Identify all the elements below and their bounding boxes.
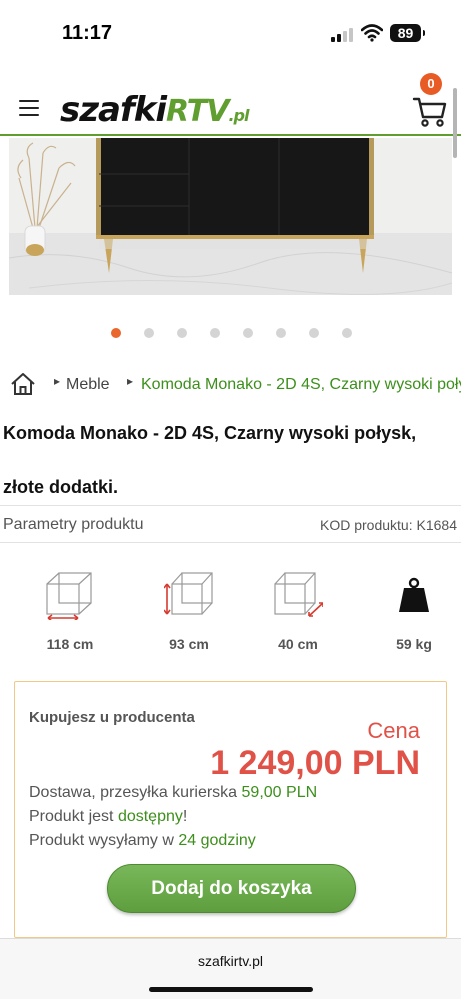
battery-indicator: 89 (390, 24, 425, 42)
availability-status: dostępny (117, 808, 183, 825)
gallery-dot[interactable] (243, 328, 253, 338)
width-cube-icon (46, 572, 92, 620)
weight-icon (399, 577, 429, 612)
dimension-value: 93 cm (169, 636, 209, 652)
browser-address-bar[interactable]: szafkirtv.pl (0, 938, 461, 999)
home-indicator[interactable] (149, 987, 313, 992)
shipping-time: 24 godziny (178, 832, 256, 849)
shipping-info: Produkt wysyłamy w 24 godziny (29, 832, 256, 849)
dimension-value: 118 cm (46, 636, 94, 652)
dimension-weight: 59 kg (369, 570, 459, 660)
height-cube-icon (164, 572, 213, 615)
params-label[interactable]: Parametry produktu (3, 516, 144, 534)
availability-info: Produkt jest dostępny! (29, 808, 188, 825)
cart-icon[interactable] (412, 92, 448, 128)
buy-box: Kupujesz u producenta Cena 1 249,00 PLN … (14, 681, 447, 938)
site-logo[interactable]: szafkiRTV.pl (60, 90, 249, 130)
status-time: 11:17 (62, 22, 113, 44)
breadcrumb-item-current[interactable]: Komoda Monako - 2D 4S, Czarny wysoki poł… (141, 376, 461, 394)
gallery-dot[interactable] (111, 328, 121, 338)
product-price: 1 249,00 PLN (210, 744, 420, 782)
product-title: Komoda Monako - 2D 4S, Czarny wysoki poł… (3, 406, 453, 514)
breadcrumb-separator-icon: ▸ (54, 374, 61, 388)
price-label: Cena (367, 718, 420, 743)
product-parameters-bar: Parametry produktu KOD produktu: K1684 (0, 505, 461, 543)
url-text[interactable]: szafkirtv.pl (0, 953, 461, 969)
gallery-dot[interactable] (276, 328, 286, 338)
buy-box-title: Kupujesz u producenta (29, 709, 195, 726)
breadcrumb-item-meble[interactable]: Meble (66, 376, 110, 394)
cart-count-badge: 0 (420, 73, 442, 95)
status-bar: 11:17 89 (0, 0, 461, 70)
gallery-pagination (0, 328, 461, 340)
menu-icon[interactable] (19, 100, 39, 116)
product-photo (9, 138, 452, 295)
site-header: szafkiRTV.pl (0, 72, 461, 136)
add-to-cart-button[interactable]: Dodaj do koszyka (107, 864, 356, 913)
dimension-value: 59 kg (396, 636, 432, 652)
product-title-line: Komoda Monako - 2D 4S, Czarny wysoki poł… (3, 423, 417, 443)
dimension-height: 93 cm (144, 570, 234, 660)
gallery-dot[interactable] (210, 328, 220, 338)
scrollbar[interactable] (453, 88, 457, 158)
home-icon[interactable] (10, 372, 36, 396)
gallery-dot[interactable] (177, 328, 187, 338)
dimension-depth: 40 cm (253, 570, 343, 660)
signal-icon (331, 27, 355, 42)
wifi-icon (361, 24, 383, 42)
product-code: KOD produktu: K1684 (320, 517, 457, 533)
product-dimensions: 118 cm 93 cm 40 cm 59 kg (0, 570, 461, 660)
delivery-info: Dostawa, przesyłka kurierska 59,00 PLN (29, 784, 318, 801)
product-image[interactable] (9, 138, 452, 295)
breadcrumb: ▸ Meble ▸ Komoda Monako - 2D 4S, Czarny … (0, 370, 461, 400)
dimension-value: 40 cm (278, 636, 318, 652)
breadcrumb-separator-icon: ▸ (127, 374, 134, 388)
gallery-dot[interactable] (309, 328, 319, 338)
gallery-dot[interactable] (342, 328, 352, 338)
delivery-price: 59,00 PLN (241, 784, 318, 801)
gallery-dot[interactable] (144, 328, 154, 338)
depth-cube-icon (274, 572, 323, 617)
dimension-width: 118 cm (25, 570, 115, 660)
